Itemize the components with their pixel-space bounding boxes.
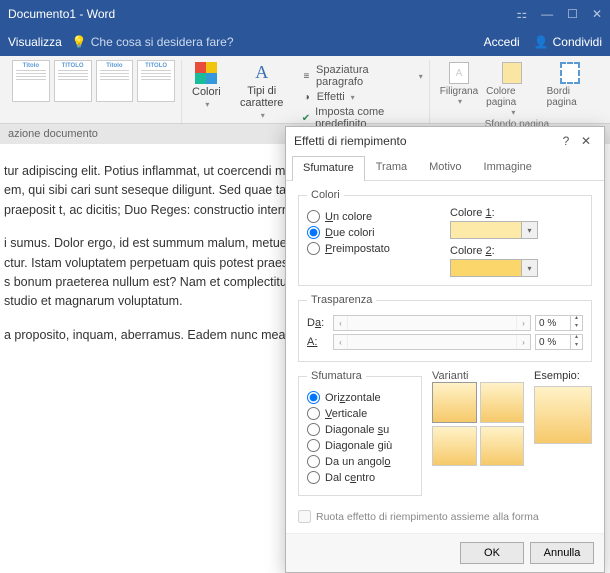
tab-immagine[interactable]: Immagine xyxy=(473,155,543,180)
chevron-down-icon[interactable]: ▾ xyxy=(571,342,582,350)
style-set-thumb[interactable]: TITOLO xyxy=(137,60,175,102)
tab-sfumature[interactable]: Sfumature xyxy=(292,156,365,181)
radio-due-colori[interactable]: Due colori xyxy=(307,226,440,239)
color2-dropdown[interactable]: ▾ xyxy=(450,259,538,277)
to-spinner[interactable]: 0 %▴▾ xyxy=(535,334,583,350)
to-slider[interactable]: ‹› xyxy=(333,334,531,350)
paragraph-spacing-button[interactable]: ≡Spaziatura paragrafo▾ xyxy=(301,64,423,88)
chevron-right-icon[interactable]: › xyxy=(516,335,530,349)
rotate-checkbox[interactable]: Ruota effetto di riempimento assieme all… xyxy=(298,510,592,523)
chevron-down-icon: ▾ xyxy=(521,260,537,276)
example-label: Esempio: xyxy=(534,370,580,382)
effects-icon: ◑ xyxy=(301,91,313,103)
ribbon-options-icon[interactable]: ⚏ xyxy=(516,7,527,21)
example-preview xyxy=(534,386,592,444)
colors-legend: Colori xyxy=(307,189,344,201)
tab-visualizza[interactable]: Visualizza xyxy=(8,35,62,49)
lightbulb-icon: 💡 xyxy=(72,35,87,49)
radio-diagonale-su[interactable]: Diagonale su xyxy=(307,423,413,436)
watermark-icon xyxy=(449,62,469,84)
person-icon: 👤 xyxy=(534,35,549,49)
chevron-down-icon[interactable]: ▾ xyxy=(571,323,582,331)
transparency-fieldset: Trasparenza Da: ‹› 0 %▴▾ A: ‹› 0 %▴▾ xyxy=(298,294,592,362)
menu-bar: Visualizza 💡 Che cosa si desidera fare? … xyxy=(0,28,610,56)
minimize-icon[interactable]: — xyxy=(541,7,553,21)
chevron-down-icon: ▾ xyxy=(521,222,537,238)
radio-dal-centro[interactable]: Dal centro xyxy=(307,471,413,484)
example-panel: Esempio: xyxy=(534,370,592,504)
dialog-title: Effetti di riempimento xyxy=(294,134,556,148)
tab-trama[interactable]: Trama xyxy=(365,155,418,180)
color2-label: Colore 2: xyxy=(450,245,583,257)
shading-legend: Sfumatura xyxy=(307,370,366,382)
close-icon[interactable]: ✕ xyxy=(576,134,596,148)
page-color-button[interactable]: Colore pagina▾ xyxy=(482,60,543,119)
color-grid-icon xyxy=(195,62,217,84)
chevron-left-icon[interactable]: ‹ xyxy=(334,335,348,349)
check-icon: ✔ xyxy=(301,112,311,124)
title-bar: Documento1 - Word ⚏ — ☐ ✕ xyxy=(0,0,610,28)
dialog-buttons: OK Annulla xyxy=(286,533,604,572)
from-label: Da: xyxy=(307,317,329,329)
search-placeholder: Che cosa si desidera fare? xyxy=(91,35,234,49)
maximize-icon[interactable]: ☐ xyxy=(567,7,578,21)
transparency-legend: Trasparenza xyxy=(307,294,376,306)
chevron-right-icon[interactable]: › xyxy=(516,316,530,330)
variants-legend: Varianti xyxy=(432,370,468,382)
radio-preimpostato[interactable]: Preimpostato xyxy=(307,242,440,255)
spacing-icon: ≡ xyxy=(301,70,312,82)
chevron-left-icon[interactable]: ‹ xyxy=(334,316,348,330)
colors-button[interactable]: Colori▾ xyxy=(188,60,225,130)
page-color-icon xyxy=(502,62,522,84)
color1-label: Colore 1: xyxy=(450,207,583,219)
variants-grid xyxy=(432,382,524,466)
radio-verticale[interactable]: Verticale xyxy=(307,407,413,420)
style-set-thumb[interactable]: Titolo xyxy=(96,60,134,102)
document-formatting-gallery[interactable]: Titolo TITOLO Titolo TITOLO xyxy=(12,60,175,102)
font-icon: A xyxy=(255,62,268,83)
variants-fieldset: Varianti xyxy=(432,370,524,466)
radio-diagonale-giu[interactable]: Diagonale giù xyxy=(307,439,413,452)
radio-da-angolo[interactable]: Da un angolo xyxy=(307,455,413,468)
chevron-up-icon[interactable]: ▴ xyxy=(571,315,582,323)
from-slider[interactable]: ‹› xyxy=(333,315,531,331)
radio-orizzontale[interactable]: Orizzontale xyxy=(307,391,413,404)
to-label: A: xyxy=(307,336,329,348)
color1-dropdown[interactable]: ▾ xyxy=(450,221,538,239)
ok-button[interactable]: OK xyxy=(460,542,524,564)
sign-in-link[interactable]: Accedi xyxy=(484,35,520,49)
cancel-button[interactable]: Annulla xyxy=(530,542,594,564)
variant-option[interactable] xyxy=(480,382,525,423)
variant-option[interactable] xyxy=(432,382,477,423)
variant-option[interactable] xyxy=(480,426,525,467)
chevron-up-icon[interactable]: ▴ xyxy=(571,334,582,342)
fill-effects-dialog: Effetti di riempimento ? ✕ Sfumature Tra… xyxy=(285,126,605,573)
page-border-icon xyxy=(560,62,580,84)
ribbon: Titolo TITOLO Titolo TITOLO Colori▾ A Ti… xyxy=(0,56,610,124)
window-title: Documento1 - Word xyxy=(8,7,516,21)
fonts-button[interactable]: A Tipi di carattere▾ xyxy=(225,60,299,130)
effects-button[interactable]: ◑Effetti▾ xyxy=(301,91,423,103)
help-icon[interactable]: ? xyxy=(556,134,576,148)
shading-fieldset: Sfumatura Orizzontale Verticale Diagonal… xyxy=(298,370,422,496)
colors-fieldset: Colori Un colore Due colori Preimpostato… xyxy=(298,189,592,286)
subbar-label: azione documento xyxy=(8,128,98,140)
style-set-thumb[interactable]: TITOLO xyxy=(54,60,92,102)
page-borders-button[interactable]: Bordi pagina xyxy=(543,60,598,119)
dialog-tabs: Sfumature Trama Motivo Immagine xyxy=(286,155,604,181)
from-spinner[interactable]: 0 %▴▾ xyxy=(535,315,583,331)
share-button[interactable]: 👤 Condividi xyxy=(534,35,602,49)
tell-me-search[interactable]: 💡 Che cosa si desidera fare? xyxy=(72,35,234,49)
dialog-titlebar: Effetti di riempimento ? ✕ xyxy=(286,127,604,155)
tab-motivo[interactable]: Motivo xyxy=(418,155,472,180)
radio-un-colore[interactable]: Un colore xyxy=(307,210,440,223)
variant-option[interactable] xyxy=(432,426,477,467)
watermark-button[interactable]: Filigrana▾ xyxy=(436,60,482,119)
style-set-thumb[interactable]: Titolo xyxy=(12,60,50,102)
close-icon[interactable]: ✕ xyxy=(592,7,602,21)
